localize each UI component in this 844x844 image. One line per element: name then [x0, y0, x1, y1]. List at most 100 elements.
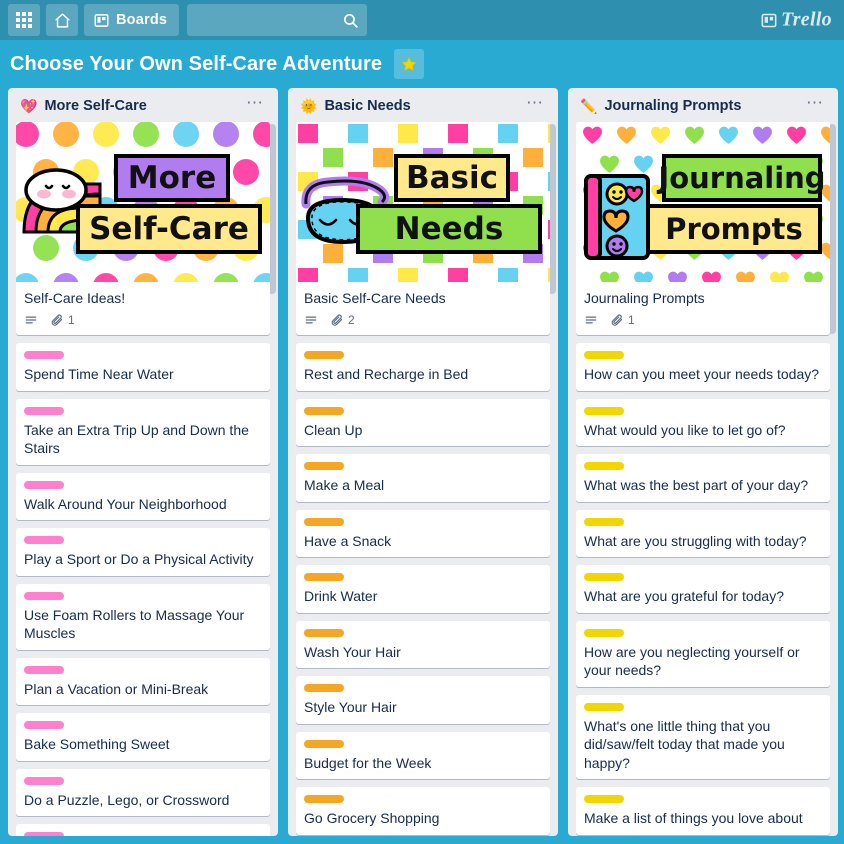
card-label[interactable]: [304, 406, 344, 415]
card-label[interactable]: [304, 684, 344, 693]
card[interactable]: Spend Time Near Water: [16, 343, 270, 391]
card[interactable]: How can you meet your needs today?: [576, 343, 830, 391]
card[interactable]: [16, 824, 270, 836]
list-header: ✏️ Journaling Prompts ⋯: [568, 88, 838, 122]
card[interactable]: Plan a Vacation or Mini-Break: [16, 657, 270, 706]
card[interactable]: Drink Water: [296, 565, 550, 613]
attachment-icon: [610, 313, 624, 327]
card-label[interactable]: [584, 462, 624, 471]
home-button[interactable]: [46, 4, 78, 36]
attachment-badge: 2: [330, 313, 355, 327]
card-label[interactable]: [24, 591, 64, 600]
card[interactable]: How are you neglecting yourself or your …: [576, 620, 830, 687]
card[interactable]: Take an Extra Trip Up and Down the Stair…: [16, 398, 270, 465]
star-icon: [401, 56, 417, 72]
list-menu-button[interactable]: ⋯: [522, 94, 548, 113]
pencil-icon: ✏️: [580, 98, 598, 114]
svg-text:Journaling: Journaling: [656, 161, 825, 195]
card-label[interactable]: [304, 462, 344, 471]
card[interactable]: Make a list of things you love about: [576, 787, 830, 835]
card[interactable]: What would you like to let go of?: [576, 398, 830, 447]
list-3: ✏️ Journaling Prompts ⋯ Journaling Promp…: [568, 88, 838, 836]
card-label[interactable]: [304, 739, 344, 748]
list-2: 🌞 Basic Needs ⋯ Basic Needs Basic Self-C…: [288, 88, 558, 836]
card[interactable]: Budget for the Week: [296, 731, 550, 780]
card-label[interactable]: [584, 351, 624, 360]
card-label[interactable]: [304, 628, 344, 637]
card-label[interactable]: [584, 406, 624, 415]
search-box[interactable]: [187, 4, 368, 36]
card[interactable]: What are you struggling with today?: [576, 509, 830, 558]
card-title: Use Foam Rollers to Massage Your Muscles: [24, 606, 245, 642]
card[interactable]: Walk Around Your Neighborhood: [16, 472, 270, 521]
sun-icon: 🌞: [300, 98, 318, 114]
star-button[interactable]: [394, 49, 425, 79]
card[interactable]: Have a Snack: [296, 509, 550, 558]
card-badges: 2: [304, 313, 542, 327]
card[interactable]: Go Grocery Shopping: [296, 787, 550, 835]
attachment-count: 1: [68, 313, 75, 328]
list-menu-button[interactable]: ⋯: [802, 94, 828, 113]
search-icon[interactable]: [342, 12, 359, 29]
card-title: Take an Extra Trip Up and Down the Stair…: [24, 421, 249, 457]
card-label[interactable]: [24, 776, 64, 785]
card-label[interactable]: [24, 536, 64, 545]
card-cover[interactable]: More Self-Care Self-Care Ideas! 1: [16, 122, 270, 336]
card-label[interactable]: [584, 573, 624, 582]
card-cover[interactable]: Basic Needs Basic Self-Care Needs 2: [296, 122, 550, 336]
trello-logo[interactable]: Trello: [761, 9, 832, 32]
card-label[interactable]: [584, 702, 624, 711]
list-header: 🌞 Basic Needs ⋯: [288, 88, 558, 122]
list-title[interactable]: More Self-Care: [44, 98, 235, 114]
board-title[interactable]: Choose Your Own Self-Care Adventure: [10, 53, 382, 76]
card[interactable]: Style Your Hair: [296, 676, 550, 724]
card-label[interactable]: [584, 517, 624, 526]
card-title: Budget for the Week: [304, 754, 432, 771]
card-label[interactable]: [584, 628, 624, 637]
card-cover[interactable]: Journaling Prompts Journaling Prompts 1: [576, 122, 830, 336]
apps-grid-button[interactable]: [8, 4, 40, 36]
card-list[interactable]: More Self-Care Self-Care Ideas! 1 Spend …: [8, 122, 278, 836]
card-list[interactable]: Basic Needs Basic Self-Care Needs 2 Rest…: [288, 122, 558, 836]
list-title[interactable]: Journaling Prompts: [604, 98, 795, 114]
list-menu-button[interactable]: ⋯: [242, 94, 268, 113]
card-title: How can you meet your needs today?: [584, 366, 820, 383]
list-title[interactable]: Basic Needs: [324, 98, 515, 114]
card[interactable]: Rest and Recharge in Bed: [296, 343, 550, 391]
svg-text:Prompts: Prompts: [665, 212, 803, 246]
card[interactable]: Do a Puzzle, Lego, or Crossword: [16, 768, 270, 817]
card-label[interactable]: [304, 351, 344, 360]
card-title: Rest and Recharge in Bed: [304, 366, 469, 383]
card[interactable]: What are you grateful for today?: [576, 565, 830, 613]
card-list[interactable]: Journaling Prompts Journaling Prompts 1 …: [568, 122, 838, 836]
card[interactable]: Make a Meal: [296, 454, 550, 502]
card-label[interactable]: [24, 406, 64, 415]
card[interactable]: What's one little thing that you did/saw…: [576, 694, 830, 780]
card-title: Plan a Vacation or Mini-Break: [24, 680, 209, 697]
card-label[interactable]: [24, 480, 64, 489]
svg-text:Basic: Basic: [406, 160, 498, 196]
card-label[interactable]: [304, 517, 344, 526]
card-label[interactable]: [304, 573, 344, 582]
card-label[interactable]: [24, 832, 64, 836]
attachment-badge: 1: [50, 313, 75, 327]
card[interactable]: Use Foam Rollers to Massage Your Muscles: [16, 583, 270, 650]
card-label[interactable]: [24, 721, 64, 730]
attachment-icon: [50, 313, 64, 327]
search-input[interactable]: [195, 12, 343, 28]
card[interactable]: Clean Up: [296, 398, 550, 447]
card[interactable]: What was the best part of your day?: [576, 454, 830, 502]
attachment-badge: 1: [610, 313, 635, 327]
boards-button[interactable]: Boards: [84, 4, 180, 36]
card-cover-image: Basic Needs: [296, 122, 550, 282]
card-badges: 1: [24, 313, 262, 327]
card-label[interactable]: [304, 795, 344, 804]
card[interactable]: Bake Something Sweet: [16, 713, 270, 761]
card-cover-image: More Self-Care: [16, 122, 270, 282]
card-label[interactable]: [584, 795, 624, 804]
card-title: Journaling Prompts: [584, 290, 705, 306]
card[interactable]: Wash Your Hair: [296, 620, 550, 669]
card[interactable]: Play a Sport or Do a Physical Activity: [16, 528, 270, 576]
card-label[interactable]: [24, 351, 64, 360]
card-label[interactable]: [24, 665, 64, 674]
